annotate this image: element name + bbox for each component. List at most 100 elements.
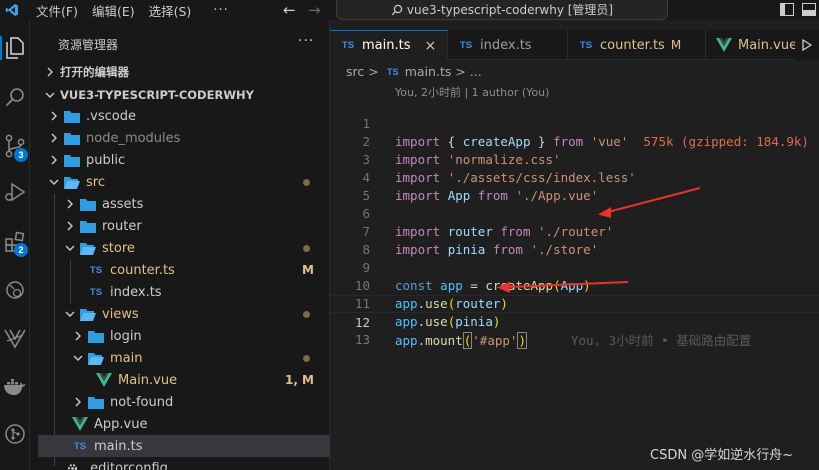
menu-selection[interactable]: 选择(S) — [149, 1, 192, 20]
tab-main-ts[interactable]: TS main.ts × — [330, 30, 448, 60]
chevron-right-icon — [64, 198, 76, 210]
tree-item-label: .editorconfig — [86, 460, 168, 470]
tree-item-vscode[interactable]: .vscode — [38, 105, 330, 127]
tree-item-label: .vscode — [86, 108, 136, 124]
tree-item-app-vue[interactable]: App.vue — [38, 413, 330, 435]
vue-file-icon — [96, 373, 112, 387]
folder-icon — [80, 196, 96, 212]
docker-icon[interactable] — [3, 375, 27, 399]
vue-devtools-icon[interactable] — [3, 326, 27, 350]
tab-index-ts[interactable]: TS index.ts — [448, 30, 568, 60]
run-play-icon[interactable] — [795, 30, 819, 60]
title-bar: 文件(F) 编辑(E) 选择(S) ··· ← → vue3-typescrip… — [0, 0, 819, 20]
git-graph-icon[interactable] — [3, 422, 27, 446]
tree-item-editorconfig[interactable]: .editorconfig — [38, 457, 330, 470]
search-icon[interactable] — [3, 85, 27, 109]
line-number: 13 — [354, 332, 370, 347]
tree-item-label: router — [102, 218, 142, 234]
toggle-sidebar-icon[interactable] — [780, 3, 794, 16]
explorer-icon[interactable] — [0, 36, 30, 60]
search-icon — [391, 4, 403, 15]
modified-dot-icon — [303, 245, 310, 252]
chevron-down-icon — [64, 308, 76, 320]
folder-icon — [88, 394, 104, 410]
modified-dot-icon — [303, 179, 310, 186]
tree-item-not-found[interactable]: not-found — [38, 391, 330, 413]
vue-file-icon — [716, 38, 732, 52]
menu-file[interactable]: 文件(F) — [36, 1, 78, 20]
tree-item-main-folder[interactable]: main — [38, 347, 330, 369]
tree-item-assets[interactable]: assets — [38, 193, 330, 215]
editor-tabs: TS main.ts × TS index.ts TS counter.ts M… — [330, 30, 819, 60]
tab-label: main.ts — [362, 38, 411, 53]
tree-item-label: login — [110, 328, 142, 344]
explorer-sidebar: 资源管理器 ··· 打开的编辑器 VUE3-TYPESCRIPT-CODERWH… — [30, 20, 330, 470]
command-center-search[interactable]: vue3-typescript-coderwhy [管理员] — [336, 0, 668, 20]
tree-item-store[interactable]: store — [38, 237, 330, 259]
breadcrumb-separator: > — [368, 64, 379, 79]
folder-icon — [64, 108, 80, 124]
tree-item-login[interactable]: login — [38, 325, 330, 347]
typescript-file-icon: TS — [89, 264, 103, 276]
code-line: 13 — [330, 313, 819, 347]
tab-counter-ts[interactable]: TS counter.ts M — [568, 30, 706, 60]
breadcrumb-folder[interactable]: src — [346, 64, 364, 79]
breadcrumb-file[interactable]: main.ts — [405, 64, 452, 79]
tree-item-label: main — [110, 350, 143, 366]
tree-item-label: index.ts — [110, 284, 162, 300]
folder-open-icon — [80, 306, 96, 322]
tree-item-node-modules[interactable]: node_modules — [38, 127, 330, 149]
tab-label: counter.ts — [600, 37, 665, 53]
folder-icon — [64, 152, 80, 168]
open-editors-section[interactable]: 打开的编辑器 — [30, 61, 330, 83]
project-label: VUE3-TYPESCRIPT-CODERWHY — [60, 88, 254, 102]
close-icon[interactable]: × — [424, 38, 436, 54]
chevron-down-icon — [44, 89, 56, 101]
run-debug-icon[interactable] — [3, 180, 27, 204]
code-line: 9 const app = createApp(App) — [330, 241, 819, 293]
typescript-file-icon: TS — [73, 440, 87, 452]
code-line: 8 — [330, 223, 819, 257]
open-editors-label: 打开的编辑器 — [60, 65, 129, 79]
tree-item-label: main.ts — [94, 438, 143, 454]
typescript-file-icon: TS — [89, 286, 103, 298]
forward-arrow-icon[interactable]: → — [308, 1, 321, 19]
tree-item-label: assets — [102, 196, 144, 212]
folder-icon — [80, 218, 96, 234]
scm-badge: 3 — [14, 148, 28, 162]
project-section[interactable]: VUE3-TYPESCRIPT-CODERWHY — [30, 84, 330, 106]
extensions-badge: 2 — [14, 243, 28, 257]
tree-item-main-vue[interactable]: Main.vue 1, M — [38, 369, 330, 391]
code-line: 10 app.use(router) — [330, 259, 819, 311]
tree-item-label: store — [102, 240, 135, 256]
typescript-file-icon: TS — [341, 40, 355, 51]
code-line: 7 import pinia from './store' — [330, 205, 819, 257]
explorer-title: 资源管理器 — [58, 38, 119, 52]
remote-explorer-icon[interactable] — [3, 278, 27, 302]
chevron-right-icon — [48, 132, 60, 144]
tree-item-counter-ts[interactable]: TS counter.ts M — [38, 259, 330, 281]
tree-item-router[interactable]: router — [38, 215, 330, 237]
activity-bar: 3 2 — [0, 20, 30, 470]
menu-edit[interactable]: 编辑(E) — [92, 1, 135, 20]
tree-item-main-ts[interactable]: TS main.ts — [38, 435, 330, 457]
tree-item-label: not-found — [110, 394, 174, 410]
chevron-down-icon — [72, 352, 84, 364]
chevron-right-icon — [48, 110, 60, 122]
toggle-panel-icon[interactable] — [802, 3, 816, 16]
breadcrumb-tail[interactable]: > ... — [455, 64, 481, 79]
chevron-down-icon — [48, 176, 60, 188]
tree-item-label: counter.ts — [110, 262, 175, 278]
chevron-right-icon — [72, 330, 84, 342]
tree-item-label: App.vue — [94, 416, 148, 432]
tree-item-label: node_modules — [86, 130, 181, 146]
tree-item-public[interactable]: public — [38, 149, 330, 171]
tree-item-index-ts[interactable]: TS index.ts — [38, 281, 330, 303]
menu-more-button[interactable]: ··· — [213, 3, 228, 18]
explorer-more-button[interactable]: ··· — [298, 33, 314, 49]
tree-item-src[interactable]: src — [38, 171, 330, 193]
code-line: 4 import App from './App.vue' — [330, 151, 819, 203]
vue-file-icon — [72, 417, 88, 431]
back-arrow-icon[interactable]: ← — [283, 1, 296, 19]
tree-item-views[interactable]: views — [38, 303, 330, 325]
